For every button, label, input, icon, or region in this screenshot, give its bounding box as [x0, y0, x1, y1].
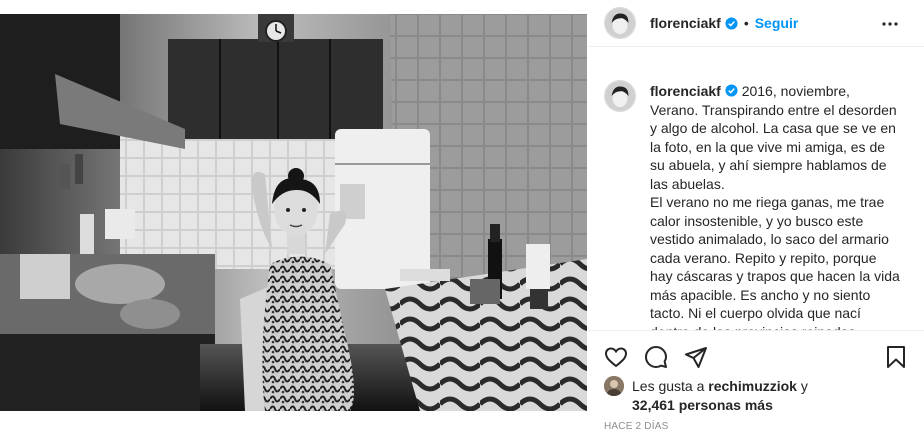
verified-badge-icon — [725, 16, 738, 30]
caption-content: 2016, noviembre, Verano. Transpirando en… — [650, 83, 900, 330]
avatar[interactable] — [604, 7, 636, 39]
share-icon — [685, 347, 707, 368]
header-username[interactable]: florenciakf — [650, 15, 721, 31]
post-timestamp[interactable]: HACE 2 DÍAS — [604, 421, 668, 432]
like-button[interactable] — [604, 345, 628, 369]
share-button[interactable] — [684, 345, 708, 369]
bookmark-icon — [887, 346, 905, 368]
caption-avatar[interactable] — [604, 80, 636, 112]
user-avatar-image — [605, 81, 635, 111]
more-options-icon[interactable] — [878, 12, 902, 36]
comment-icon — [645, 346, 667, 368]
save-button[interactable] — [884, 345, 908, 369]
comment-button[interactable] — [644, 345, 668, 369]
header-separator: • — [743, 15, 749, 31]
post-photo[interactable] — [0, 14, 587, 411]
liker-avatar-image — [604, 376, 624, 396]
post-actions: Les gusta a rechimuzziok y 32,461 person… — [588, 330, 924, 433]
heart-icon — [604, 347, 628, 368]
verified-badge-icon — [725, 84, 738, 97]
likes-text: Les gusta a rechimuzziok y 32,461 person… — [632, 377, 808, 415]
liker-avatar[interactable] — [604, 376, 624, 396]
follow-button[interactable]: Seguir — [755, 15, 799, 31]
user-avatar-image — [605, 8, 635, 38]
kitchen-photo — [0, 14, 587, 411]
liker-username[interactable]: rechimuzziok — [708, 378, 797, 394]
likes-prefix: Les gusta a — [632, 378, 709, 394]
likes-summary: Les gusta a rechimuzziok y 32,461 person… — [604, 376, 808, 415]
caption-text: florenciakf 2016, noviembre, Verano. Tra… — [650, 82, 902, 330]
caption-username[interactable]: florenciakf — [650, 83, 721, 99]
post-header: florenciakf • Seguir — [588, 0, 924, 47]
likes-count[interactable]: 32,461 personas más — [632, 397, 773, 413]
post-side-panel: florenciakf • Seguir florenciakf 2016, n… — [588, 0, 924, 433]
likes-connector: y — [796, 378, 808, 394]
caption-section: florenciakf 2016, noviembre, Verano. Tra… — [588, 58, 924, 330]
